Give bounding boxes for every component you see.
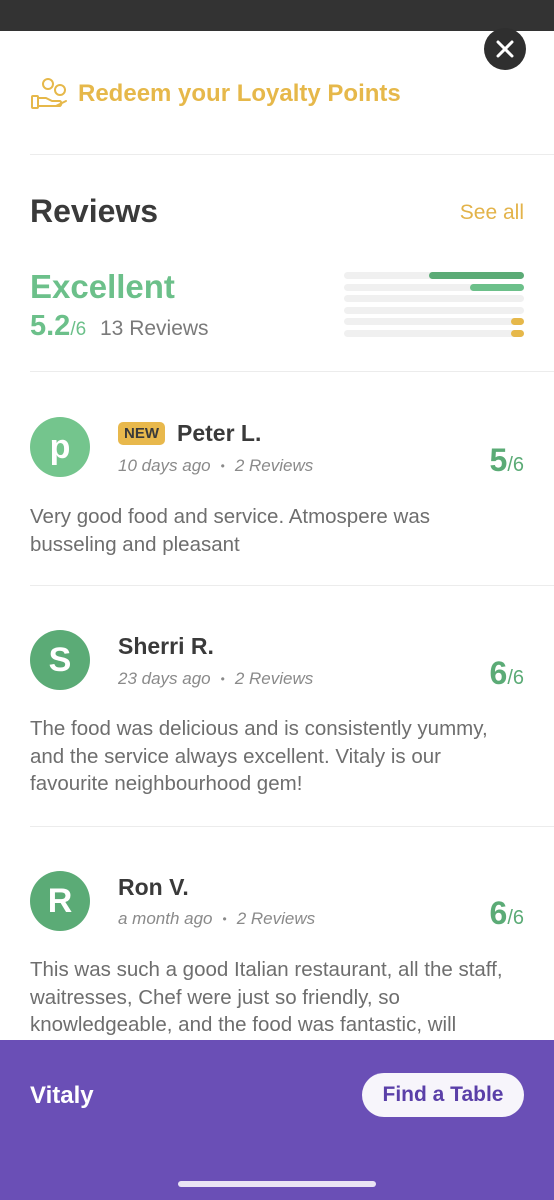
rating-distribution-fill: [428, 272, 524, 279]
rating-distribution-fill: [511, 318, 524, 325]
review-score: 6/6: [490, 655, 524, 692]
avatar: p: [30, 417, 90, 477]
review-score: 6/6: [490, 895, 524, 932]
overall-score: 5.2/6: [30, 310, 86, 343]
avatar: S: [30, 630, 90, 690]
review-date: 10 days ago: [118, 456, 211, 475]
close-button[interactable]: [484, 28, 526, 70]
home-indicator: [178, 1181, 376, 1187]
separator-dot: •: [220, 459, 225, 473]
review-score: 5/6: [490, 442, 524, 479]
review-meta: 23 days ago • 2 Reviews: [118, 669, 313, 689]
review-text: Very good food and service. Atmospere wa…: [30, 505, 430, 556]
review-meta: a month ago • 2 Reviews: [118, 909, 315, 929]
overall-score-max: /6: [70, 319, 87, 340]
review-date: 23 days ago: [118, 669, 211, 688]
reviewer-name: Ron V.: [118, 874, 189, 900]
overall-score-value: 5.2: [30, 310, 71, 342]
separator-dot: •: [222, 912, 227, 926]
rating-word: Excellent: [30, 268, 175, 305]
find-a-table-button[interactable]: Find a Table: [362, 1073, 524, 1117]
rating-distribution-row: [344, 283, 524, 291]
reviewer-name: Peter L.: [177, 420, 262, 446]
status-bar: [0, 0, 554, 31]
redeem-loyalty-link[interactable]: Redeem your Loyalty Points: [30, 72, 401, 116]
bottom-bar: [0, 1040, 554, 1200]
divider: [30, 154, 554, 155]
rating-distribution-fill: [511, 329, 524, 337]
review-date: a month ago: [118, 909, 213, 928]
hand-coins-icon: [31, 78, 67, 109]
rating-distribution-row: [344, 295, 524, 302]
reviewer-review-count: 2 Reviews: [236, 909, 316, 928]
review-score-max: /6: [507, 667, 524, 689]
rating-distribution-row: [344, 329, 524, 337]
review-meta: 10 days ago • 2 Reviews: [118, 456, 313, 476]
reviewer-review-count: 2 Reviews: [234, 669, 314, 688]
reviewer-name: Sherri R.: [118, 633, 214, 659]
review-score-value: 5: [489, 442, 508, 478]
review-text: This was such a good Italian restaurant,…: [30, 958, 503, 1036]
divider: [30, 826, 554, 827]
new-badge: NEW: [118, 422, 165, 445]
redeem-loyalty-label: Redeem your Loyalty Points: [78, 80, 401, 107]
rating-distribution: [344, 272, 524, 341]
rating-distribution-row: [344, 306, 524, 314]
rating-distribution-row: [344, 318, 524, 325]
avatar: R: [30, 871, 90, 931]
reviews-heading: Reviews: [30, 193, 159, 229]
review-score-max: /6: [507, 907, 524, 929]
see-all-link[interactable]: See all: [460, 201, 524, 225]
rating-distribution-row: [344, 272, 524, 279]
separator-dot: •: [220, 672, 225, 686]
restaurant-name: Vitaly: [30, 1082, 94, 1109]
review-score-max: /6: [507, 454, 524, 476]
review-score-value: 6: [489, 895, 508, 931]
review-text: The food was delicious and is consistent…: [30, 717, 488, 795]
rating-distribution-fill: [470, 283, 524, 291]
review-score-value: 6: [489, 655, 508, 691]
reviewer-review-count: 2 Reviews: [234, 456, 314, 475]
close-icon: [496, 40, 514, 58]
divider: [30, 585, 554, 586]
divider: [30, 371, 554, 372]
review-count: 13 Reviews: [100, 317, 209, 340]
